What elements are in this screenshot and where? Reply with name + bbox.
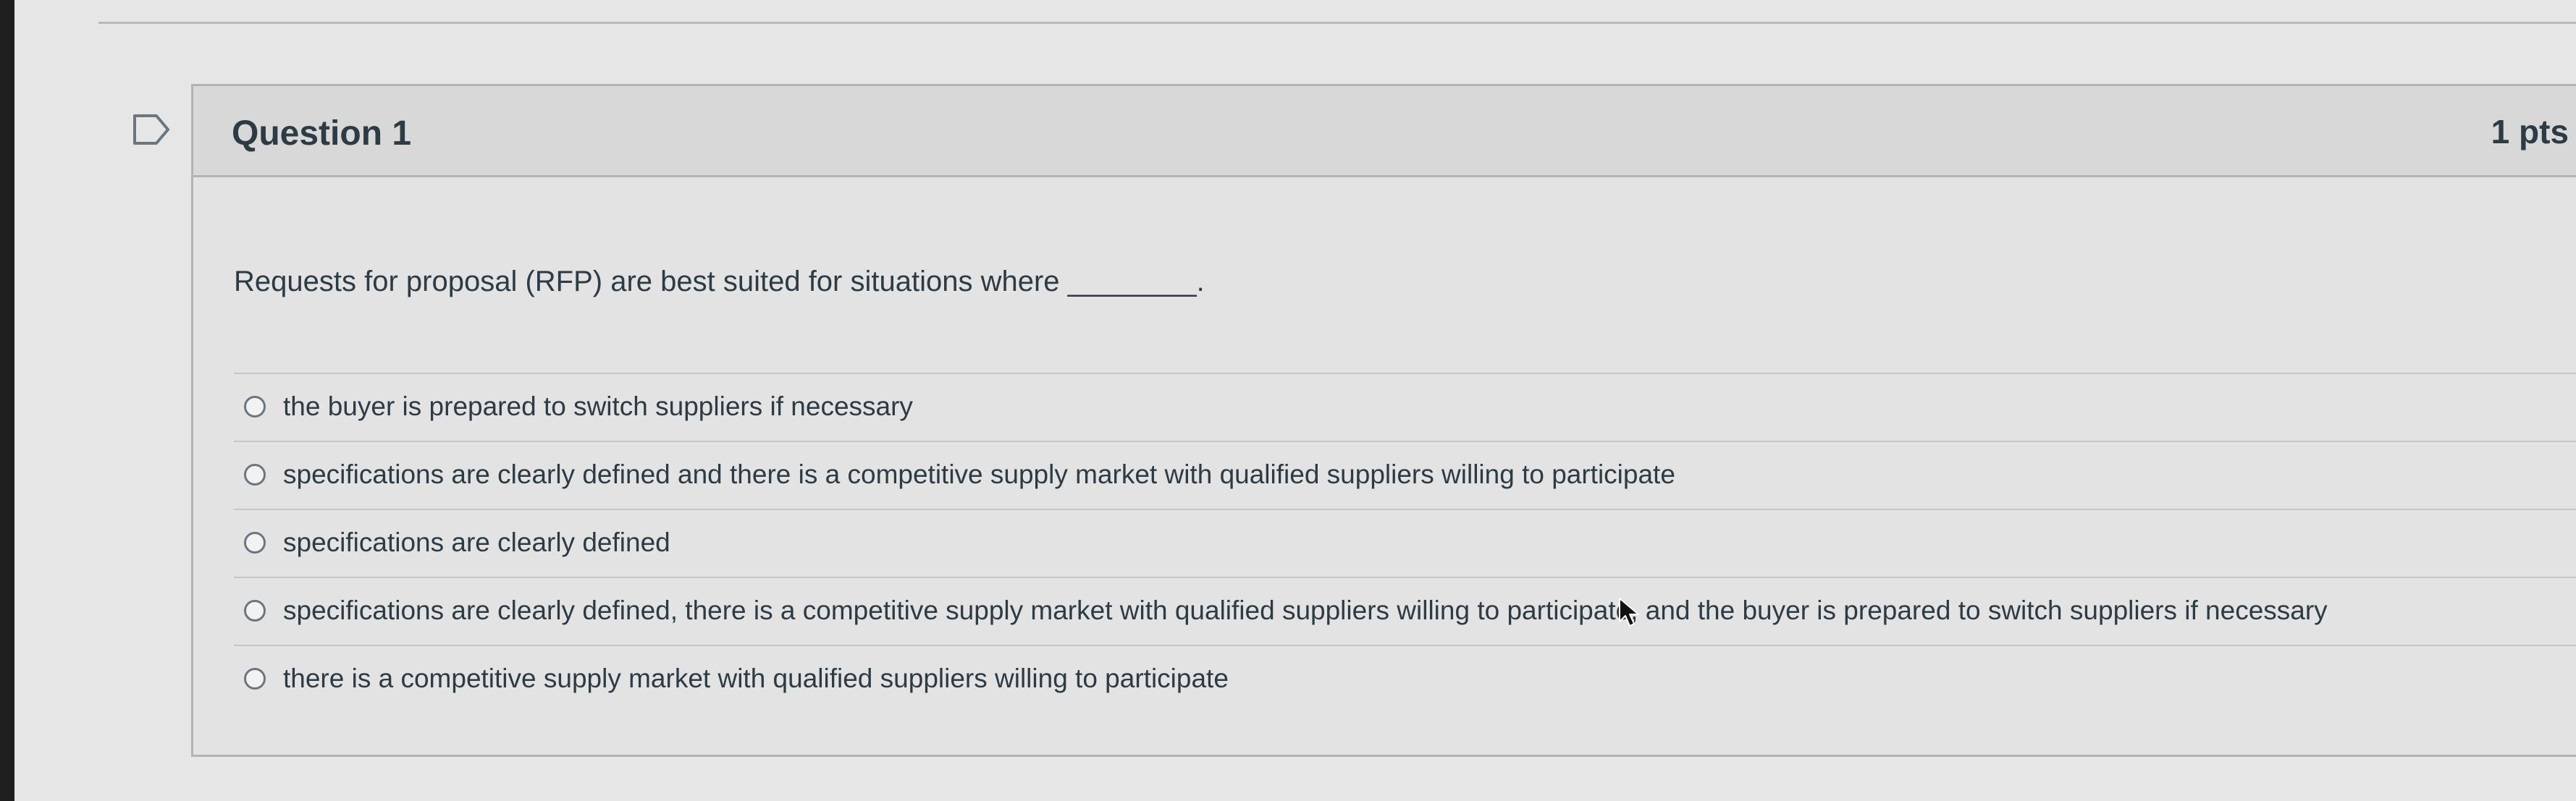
answer-option[interactable]: there is a competitive supply market wit… [234, 645, 2576, 713]
radio-button-icon[interactable] [244, 532, 266, 554]
answer-option[interactable]: specifications are clearly defined and t… [234, 441, 2576, 509]
radio-button-icon[interactable] [244, 396, 266, 418]
question-prompt: Requests for proposal (RFP) are best sui… [234, 266, 1205, 297]
question-card: Question 1 1 pts Requests for proposal (… [191, 84, 2576, 757]
answer-list: the buyer is prepared to switch supplier… [234, 373, 2576, 713]
mouse-pointer-icon [1619, 598, 1639, 627]
answer-option[interactable]: the buyer is prepared to switch supplier… [234, 373, 2576, 441]
question-title: Question 1 [232, 114, 412, 153]
answer-label[interactable]: specifications are clearly defined [283, 527, 670, 558]
radio-button-icon[interactable] [244, 464, 266, 486]
question-points: 1 pts [2491, 113, 2569, 151]
left-window-edge [0, 0, 14, 801]
answer-label[interactable]: specifications are clearly defined, ther… [283, 596, 2328, 626]
answer-label[interactable]: the buyer is prepared to switch supplier… [283, 391, 913, 422]
answer-option[interactable]: specifications are clearly defined, ther… [234, 577, 2576, 645]
answer-option[interactable]: specifications are clearly defined [234, 509, 2576, 577]
radio-button-icon[interactable] [244, 600, 266, 622]
flag-icon[interactable] [132, 113, 172, 146]
radio-button-icon[interactable] [244, 668, 266, 690]
question-header: Question 1 1 pts [193, 86, 2576, 177]
top-divider [98, 22, 2576, 24]
answer-label[interactable]: there is a competitive supply market wit… [283, 664, 1229, 694]
answer-label[interactable]: specifications are clearly defined and t… [283, 459, 1675, 490]
